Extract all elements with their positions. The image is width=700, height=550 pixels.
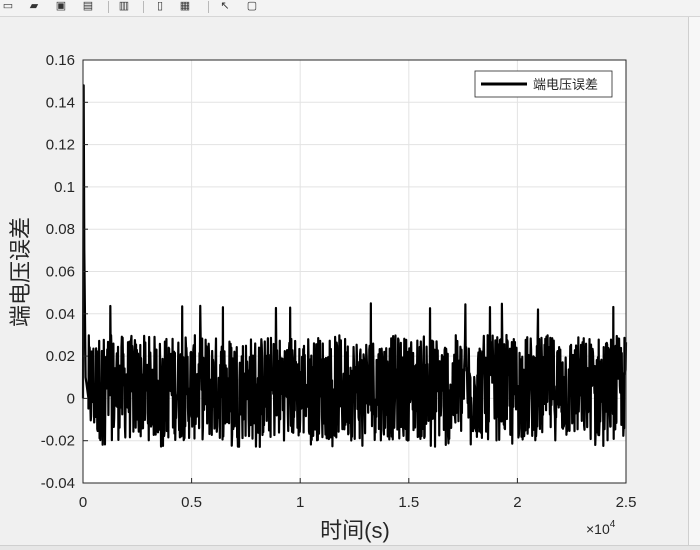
y-tick-label: 0.04 <box>46 306 75 323</box>
y-tick-label: -0.04 <box>41 475 75 492</box>
legend-label: 端电压误差 <box>533 77 598 92</box>
x-exponent-label: ×104 <box>586 519 616 537</box>
x-tick-label: 1.5 <box>398 494 419 511</box>
chart: 0 0.5 1 1.5 2 2.5 -0.04 -0.02 0 0.02 0.04 0.06 0.08 0… <box>8 52 637 543</box>
x-tick-label: 0 <box>79 494 87 511</box>
x-exponent-base: ×10 <box>586 521 610 537</box>
y-tick-label: 0.1 <box>54 179 75 196</box>
y-tick-label: 0.08 <box>46 221 75 238</box>
y-tick-label: 0.14 <box>46 94 75 111</box>
x-axis-label: 时间(s) <box>320 518 390 543</box>
x-tick-label: 2 <box>513 494 521 511</box>
y-tick-label: 0 <box>67 390 75 407</box>
x-tick-label: 1 <box>296 494 304 511</box>
x-tick-label: 0.5 <box>181 494 202 511</box>
y-axis-label: 端电压误差 <box>8 217 33 327</box>
x-tick-label: 2.5 <box>616 494 637 511</box>
y-tick-label: 0.16 <box>46 52 75 69</box>
y-tick-label: 0.02 <box>46 348 75 365</box>
y-tick-label: 0.12 <box>46 137 75 154</box>
y-tick-label: -0.02 <box>41 433 75 450</box>
legend: 端电压误差 <box>474 70 613 98</box>
y-tick-label: 0.06 <box>46 264 75 281</box>
x-exponent-power: 4 <box>610 519 616 530</box>
